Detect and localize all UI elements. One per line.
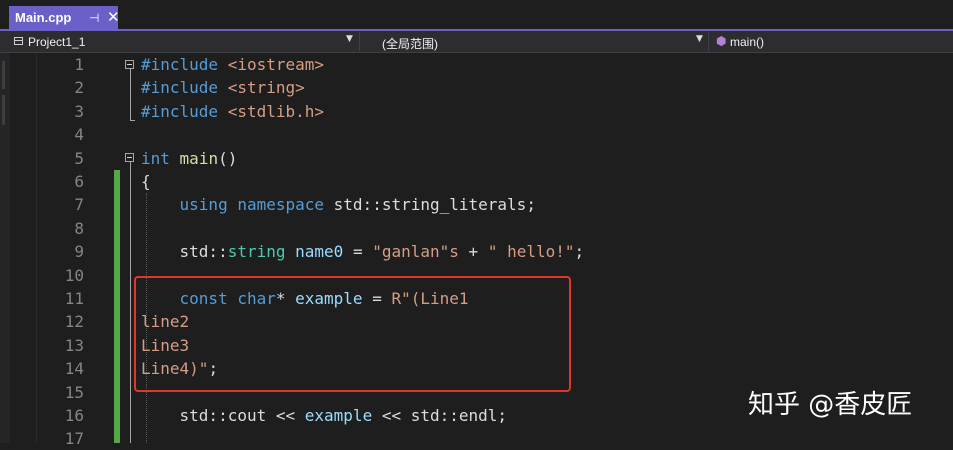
code-text: #include <iostream> <box>141 55 324 74</box>
code-line[interactable]: 8 <box>0 217 953 240</box>
navigation-bar: Project1_1 ▼ (全局范围) ▼ ⬢ main() <box>0 31 953 53</box>
code-token: std::string_literals; <box>333 195 536 214</box>
code-token: << std::endl; <box>372 406 508 425</box>
code-token: string <box>227 242 286 261</box>
code-text: std::string name0 = "ganlan"s + " hello!… <box>141 242 585 261</box>
code-line[interactable]: 17 <box>0 427 953 450</box>
highlight-box <box>134 276 571 392</box>
close-icon[interactable]: ✕ <box>107 8 120 26</box>
code-line[interactable]: 5 int main() <box>0 147 953 170</box>
member-dropdown[interactable]: ⬢ main() <box>711 32 953 51</box>
line-number: 5 <box>74 149 84 168</box>
code-token: <string> <box>227 78 305 97</box>
method-cube-icon: ⬢ <box>716 34 727 48</box>
line-number: 10 <box>64 266 84 285</box>
code-text: { <box>141 172 151 191</box>
code-token: std::cout << <box>141 406 305 425</box>
code-token: #include <box>141 78 228 97</box>
line-number: 8 <box>74 219 84 238</box>
member-dropdown-value: main() <box>730 35 765 49</box>
code-token: ; <box>574 242 585 261</box>
code-line[interactable]: 1 #include <iostream> <box>0 53 953 76</box>
chevron-down-icon: ▼ <box>346 34 353 44</box>
code-token: { <box>141 172 151 191</box>
line-number: 14 <box>64 359 84 378</box>
scope-dropdown[interactable]: (全局范围) ▼ <box>362 32 709 51</box>
code-token: std:: <box>141 242 228 261</box>
line-number: 3 <box>74 102 84 121</box>
code-token: = <box>343 242 373 261</box>
code-token: " hello!" <box>487 242 575 261</box>
project-dropdown[interactable]: Project1_1 ▼ <box>8 32 360 51</box>
code-token: + <box>458 242 488 261</box>
code-token: #include <box>141 102 228 121</box>
code-token: <stdlib.h> <box>227 102 325 121</box>
watermark: 知乎 @香皮匠 <box>748 390 913 420</box>
code-token: "ganlan"s <box>372 242 459 261</box>
line-number: 13 <box>64 336 84 355</box>
code-token: main <box>179 149 219 168</box>
line-number: 16 <box>64 406 84 425</box>
line-number: 12 <box>64 312 84 331</box>
code-token: <iostream> <box>227 55 325 74</box>
pin-icon[interactable]: ⊣ <box>89 11 99 25</box>
code-line[interactable]: 3 #include <stdlib.h> <box>0 100 953 123</box>
line-number: 7 <box>74 195 84 214</box>
scope-dropdown-value: (全局范围) <box>382 37 438 51</box>
code-token: name0 <box>295 242 344 261</box>
code-token: int <box>141 149 170 168</box>
line-number: 11 <box>64 289 84 308</box>
code-line[interactable]: 2 #include <string> <box>0 76 953 99</box>
code-token: using namespace <box>179 195 334 214</box>
project-icon <box>14 37 23 45</box>
code-token: () <box>218 149 238 168</box>
code-text: #include <string> <box>141 78 305 97</box>
document-tab-strip: Main.cpp ⊣ ✕ <box>0 0 953 31</box>
line-number: 4 <box>74 125 84 144</box>
line-number: 6 <box>74 172 84 191</box>
tab-main-cpp[interactable]: Main.cpp ⊣ ✕ <box>9 6 120 30</box>
line-number: 9 <box>74 242 84 261</box>
chevron-down-icon: ▼ <box>696 34 703 44</box>
code-token: #include <box>141 55 228 74</box>
code-line[interactable]: 9 std::string name0 = "ganlan"s + " hell… <box>0 240 953 263</box>
code-line[interactable]: 7 using namespace std::string_literals; <box>0 193 953 216</box>
line-number: 1 <box>74 55 84 74</box>
tab-title: Main.cpp <box>15 10 72 25</box>
code-line[interactable]: 6{ <box>0 170 953 193</box>
code-text: using namespace std::string_literals; <box>141 195 536 214</box>
code-text: std::cout << example << std::endl; <box>141 406 508 425</box>
code-text: int main() <box>141 149 237 168</box>
line-number: 17 <box>64 429 84 448</box>
project-dropdown-value: Project1_1 <box>28 35 86 49</box>
code-token: example <box>304 406 373 425</box>
code-line[interactable]: 4 <box>0 123 953 146</box>
code-text: #include <stdlib.h> <box>141 102 324 121</box>
line-number: 2 <box>74 78 84 97</box>
line-number: 15 <box>64 383 84 402</box>
